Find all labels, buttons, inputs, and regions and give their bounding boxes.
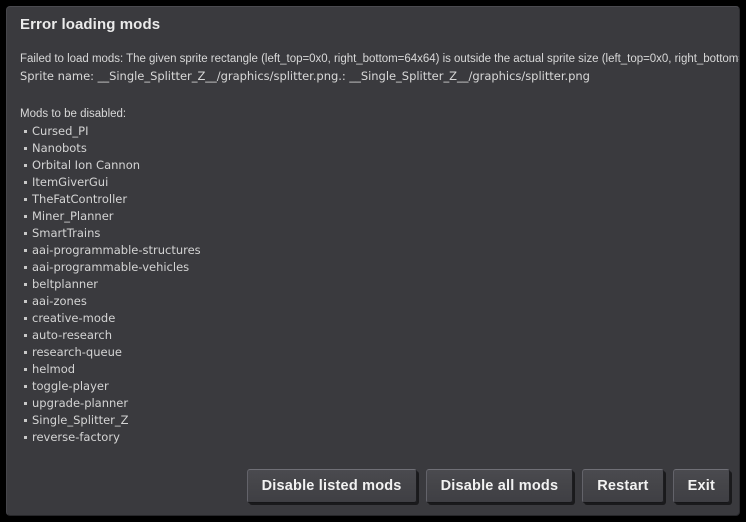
mod-list: Cursed_PI Nanobots Orbital Ion Cannon ItemG… [20, 123, 731, 446]
bullet-icon [24, 283, 27, 286]
dialog-body: Failed to load mods: The given sprite re… [20, 51, 740, 446]
mod-list-item: TheFatController [20, 191, 731, 208]
bullet-icon [24, 164, 27, 167]
error-message-line-1: Failed to load mods: The given sprite re… [20, 53, 740, 65]
mod-name: upgrade-planner [32, 396, 129, 410]
restart-button[interactable]: Restart [582, 469, 664, 503]
mod-list-item: upgrade-planner [20, 395, 731, 412]
mod-name: auto-research [32, 328, 112, 342]
mod-list-item: creative-mode [20, 310, 731, 327]
mod-name: SmartTrains [32, 226, 101, 240]
screen-background: Error loading mods Failed to load mods: … [0, 0, 746, 522]
bullet-icon [24, 266, 27, 269]
bullet-icon [24, 181, 27, 184]
mod-name: research-queue [32, 345, 122, 359]
bullet-icon [24, 232, 27, 235]
bullet-icon [24, 300, 27, 303]
bullet-icon [24, 130, 27, 133]
mod-name: Cursed_PI [32, 124, 89, 138]
mod-list-item: Orbital Ion Cannon [20, 157, 731, 174]
mod-list-item: toggle-player [20, 378, 731, 395]
bullet-icon [24, 436, 27, 439]
disable-listed-mods-button[interactable]: Disable listed mods [246, 469, 417, 503]
bullet-icon [24, 402, 27, 405]
mod-list-item: Cursed_PI [20, 123, 731, 140]
bullet-icon [24, 198, 27, 201]
dialog-button-row: Disable listed mods Disable all mods Resta… [246, 469, 730, 503]
mod-name: aai-programmable-vehicles [32, 260, 190, 274]
mod-list-item: ItemGiverGui [20, 174, 731, 191]
mod-name: aai-zones [32, 294, 87, 308]
mod-list-item: reverse-factory [20, 429, 731, 446]
bullet-icon [24, 368, 27, 371]
bullet-icon [24, 385, 27, 388]
mod-name: TheFatController [32, 192, 128, 206]
button-label: Exit [687, 478, 715, 494]
mod-list-item: research-queue [20, 344, 731, 361]
error-loading-mods-dialog: Error loading mods Failed to load mods: … [6, 6, 740, 516]
mod-name: Miner_Planner [32, 209, 114, 223]
mod-list-item: Single_Splitter_Z [20, 412, 731, 429]
button-label: Disable all mods [440, 478, 559, 494]
mod-name: toggle-player [32, 379, 109, 393]
button-label: Disable listed mods [261, 478, 402, 494]
bullet-icon [24, 351, 27, 354]
mod-name: ItemGiverGui [32, 175, 109, 189]
mod-list-item: helmod [20, 361, 731, 378]
bullet-icon [24, 317, 27, 320]
mod-name: helmod [32, 362, 76, 376]
bullet-icon [24, 334, 27, 337]
mod-name: aai-programmable-structures [32, 243, 201, 257]
button-label: Restart [597, 478, 649, 494]
dialog-title: Error loading mods [20, 16, 161, 33]
mods-to-be-disabled-label: Mods to be disabled: [20, 108, 127, 120]
mod-list-item: aai-programmable-vehicles [20, 259, 731, 276]
mod-list-item: Nanobots [20, 140, 731, 157]
mod-name: beltplanner [32, 277, 99, 291]
mod-list-item: auto-research [20, 327, 731, 344]
mod-list-item: Miner_Planner [20, 208, 731, 225]
mod-list-item: SmartTrains [20, 225, 731, 242]
bullet-icon [24, 249, 27, 252]
mod-list-item: aai-programmable-structures [20, 242, 731, 259]
bullet-icon [24, 147, 27, 150]
mod-name: Single_Splitter_Z [32, 413, 129, 427]
disable-all-mods-button[interactable]: Disable all mods [425, 469, 574, 503]
bullet-icon [24, 419, 27, 422]
error-message-line-2: Sprite name: __Single_Splitter_Z__/graph… [20, 69, 590, 83]
mod-name: Orbital Ion Cannon [32, 158, 141, 172]
bullet-icon [24, 215, 27, 218]
mod-name: Nanobots [32, 141, 87, 155]
mod-name: creative-mode [32, 311, 116, 325]
exit-button[interactable]: Exit [672, 469, 730, 503]
mod-list-item: beltplanner [20, 276, 731, 293]
mod-name: reverse-factory [32, 430, 120, 444]
mod-list-item: aai-zones [20, 293, 731, 310]
